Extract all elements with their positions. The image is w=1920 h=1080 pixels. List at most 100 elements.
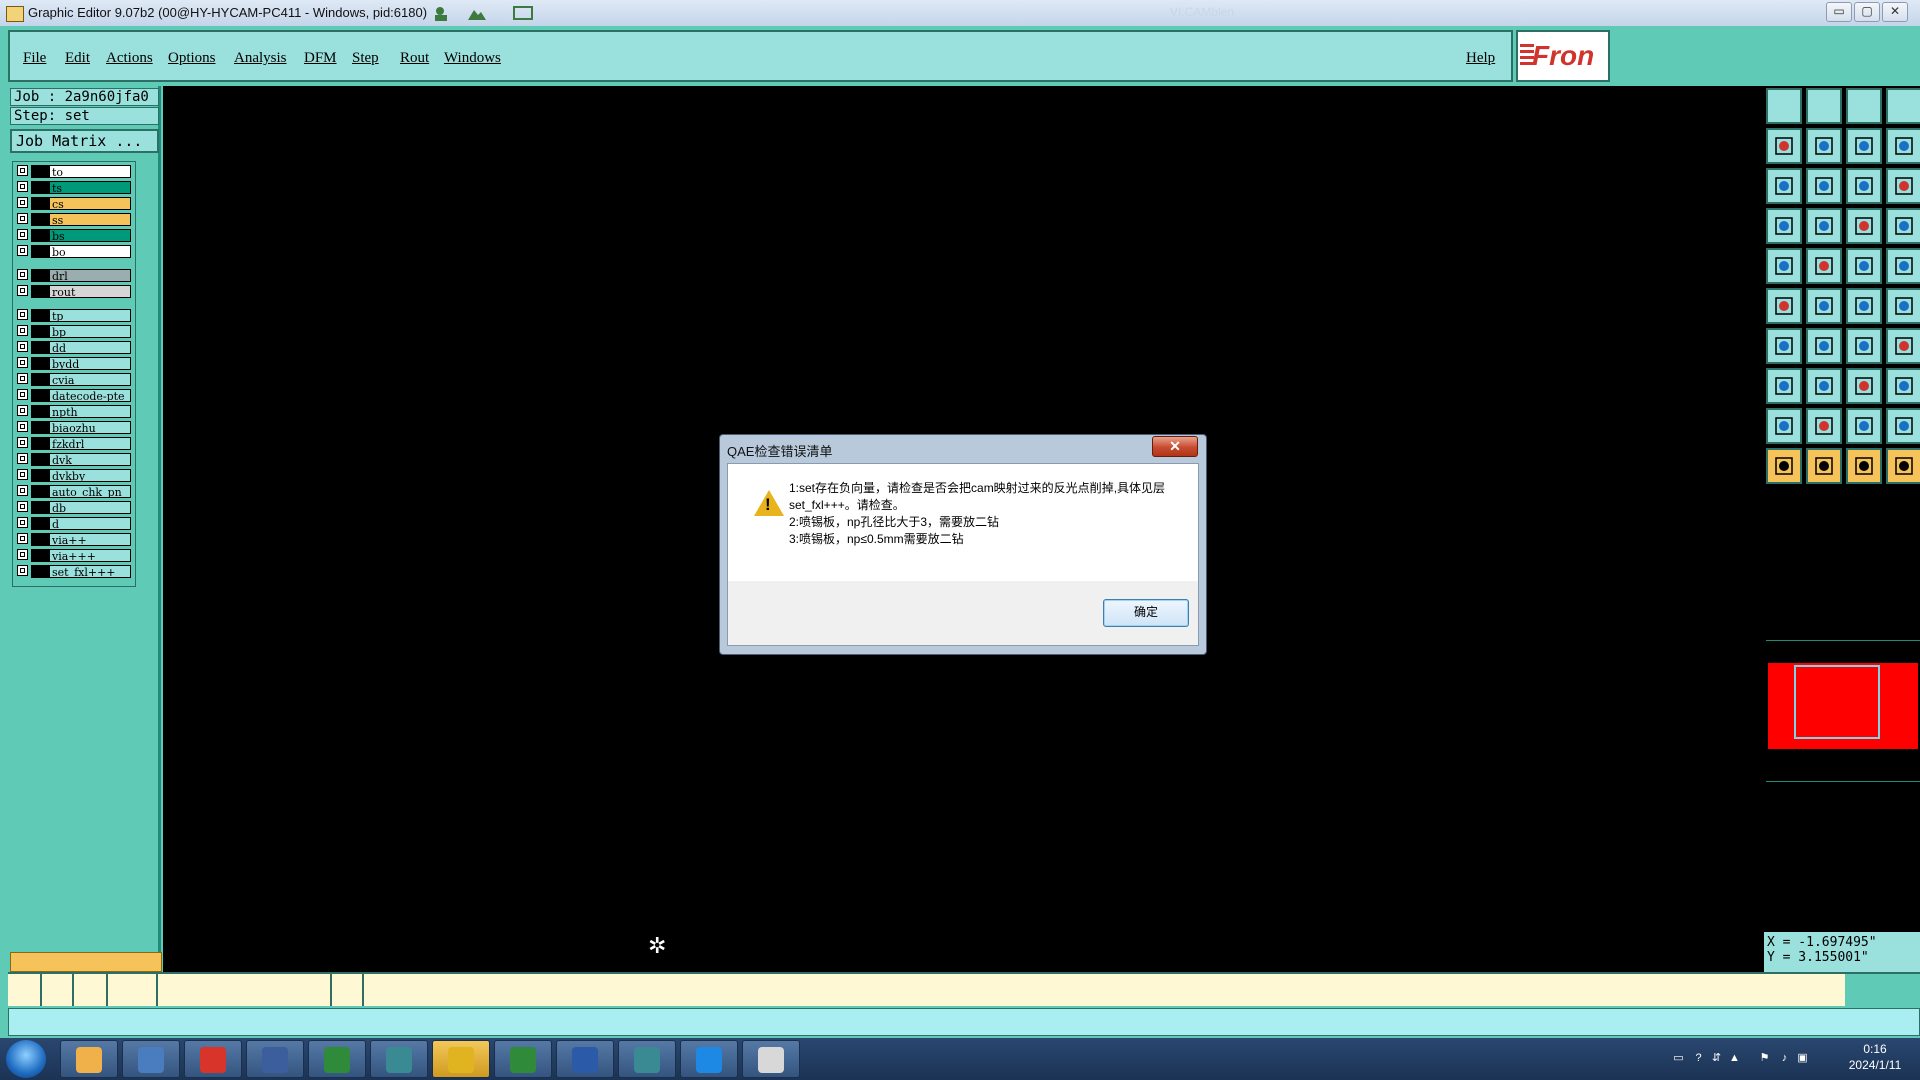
pad-button[interactable] [1766, 248, 1802, 284]
titlebar-tool-icon[interactable] [432, 4, 454, 22]
triangle-bridge-button[interactable] [1886, 408, 1920, 444]
layer-name[interactable]: dvk [49, 453, 131, 466]
menu-dfm[interactable]: DFM [304, 50, 337, 67]
grid-button[interactable] [1806, 208, 1842, 244]
help-query-button[interactable] [1886, 168, 1920, 204]
layer-row[interactable]: via++ [15, 533, 133, 546]
pointer-move-button[interactable] [1846, 448, 1882, 484]
taskbar-app[interactable] [370, 1040, 428, 1078]
taskbar-app[interactable] [432, 1040, 490, 1078]
redraw-button[interactable] [1886, 128, 1920, 164]
layer-name[interactable]: rout [49, 285, 131, 298]
layer-row[interactable]: set_fxl+++ [15, 565, 133, 578]
layer-row[interactable]: ts [15, 181, 133, 194]
menu-actions[interactable]: Actions [106, 50, 153, 67]
triangle-outline-button[interactable] [1846, 408, 1882, 444]
layer-name[interactable]: auto_chk_pn [49, 485, 131, 498]
taskbar-app[interactable] [60, 1040, 118, 1078]
layer-row[interactable]: dd [15, 341, 133, 354]
layer-name[interactable]: biaozhu [49, 421, 131, 434]
keyboard-icon[interactable]: ▭ [1672, 1052, 1685, 1065]
layer-row[interactable]: cvia [15, 373, 133, 386]
menu-options[interactable]: Options [168, 50, 216, 67]
taskbar-app[interactable] [184, 1040, 242, 1078]
angle-button[interactable] [1766, 328, 1802, 364]
slash-button[interactable] [1806, 328, 1842, 364]
ok-button[interactable]: 确定 [1103, 599, 1189, 627]
layer-name[interactable]: cvia [49, 373, 131, 386]
layer-name[interactable]: set_fxl+++ [49, 565, 131, 578]
layer-checkbox[interactable] [17, 213, 28, 224]
pan-left-button[interactable] [1766, 128, 1802, 164]
layer-checkbox[interactable] [17, 517, 28, 528]
layer-name[interactable]: db [49, 501, 131, 514]
measure-ruler-button[interactable] [1846, 248, 1882, 284]
layer-checkbox[interactable] [17, 405, 28, 416]
layer-checkbox[interactable] [17, 437, 28, 448]
connect-button[interactable] [1846, 368, 1882, 404]
layer-name[interactable]: npth [49, 405, 131, 418]
layer-checkbox[interactable] [17, 245, 28, 256]
shape-button[interactable] [1806, 248, 1842, 284]
menu-step[interactable]: Step [352, 50, 379, 67]
layer-checkbox[interactable] [17, 549, 28, 560]
cross-button[interactable] [1806, 288, 1842, 324]
layer-checkbox[interactable] [17, 501, 28, 512]
layer-checkbox[interactable] [17, 421, 28, 432]
layer-row[interactable]: db [15, 501, 133, 514]
minus-line-button[interactable] [1806, 368, 1842, 404]
layer-row[interactable]: auto_chk_pn [15, 485, 133, 498]
layer-name[interactable]: tp [49, 309, 131, 322]
layer-name[interactable]: via+++ [49, 549, 131, 562]
network-icon[interactable]: ⇵ [1710, 1052, 1723, 1065]
layer-name[interactable]: bp [49, 325, 131, 338]
layer-name[interactable]: datecode-pte [49, 389, 131, 402]
taskbar-app[interactable] [556, 1040, 614, 1078]
taskbar-app[interactable] [742, 1040, 800, 1078]
layer-checkbox[interactable] [17, 373, 28, 384]
layer-checkbox[interactable] [17, 181, 28, 192]
pointer-button[interactable] [1766, 448, 1802, 484]
layer-row[interactable]: cs [15, 197, 133, 210]
flag-icon[interactable]: ⚑ [1758, 1052, 1771, 1065]
layer-name[interactable]: ss [49, 213, 131, 226]
clock[interactable]: 0:16 2024/1/11 [1830, 1041, 1920, 1073]
layer-checkbox[interactable] [17, 309, 28, 320]
taskbar-app[interactable] [246, 1040, 304, 1078]
menu-edit[interactable]: Edit [65, 50, 90, 67]
layer-checkbox[interactable] [17, 325, 28, 336]
circle-fill-button[interactable] [1886, 248, 1920, 284]
line-endpoint-button[interactable] [1846, 288, 1882, 324]
layer-row[interactable]: tp [15, 309, 133, 322]
triangle-alt-button[interactable] [1806, 408, 1842, 444]
menu-file[interactable]: File [23, 50, 46, 67]
layer-row[interactable]: to [15, 165, 133, 178]
toolbar-blank-button[interactable] [1846, 88, 1882, 124]
pointer-select-button[interactable] [1806, 448, 1842, 484]
zoom-fit-button[interactable] [1766, 168, 1802, 204]
snap-settings-button[interactable] [1766, 208, 1802, 244]
layer-name[interactable]: via++ [49, 533, 131, 546]
layer-row[interactable]: biaozhu [15, 421, 133, 434]
toolbar-blank-button[interactable] [1886, 88, 1920, 124]
net-highlight-alt-button[interactable] [1886, 208, 1920, 244]
layer-row[interactable]: drl [15, 269, 133, 282]
layer-checkbox[interactable] [17, 485, 28, 496]
net-highlight-button[interactable] [1846, 208, 1882, 244]
menu-analysis[interactable]: Analysis [234, 50, 287, 67]
layer-row[interactable]: bydd [15, 357, 133, 370]
line-endpoint-alt-button[interactable] [1886, 288, 1920, 324]
layer-name[interactable]: fzkdrl [49, 437, 131, 450]
titlebar-window-icon[interactable] [512, 4, 534, 22]
layer-row[interactable]: bo [15, 245, 133, 258]
layer-checkbox[interactable] [17, 229, 28, 240]
layer-checkbox[interactable] [17, 269, 28, 280]
toolbar-blank-button[interactable] [1766, 88, 1802, 124]
layer-name[interactable]: bo [49, 245, 131, 258]
layer-name[interactable]: bydd [49, 357, 131, 370]
pan-right-button[interactable] [1806, 128, 1842, 164]
volume-icon[interactable]: ♪ [1778, 1052, 1791, 1065]
taskbar-app[interactable] [308, 1040, 366, 1078]
layer-name[interactable]: ts [49, 181, 131, 194]
layer-row[interactable]: d [15, 517, 133, 530]
